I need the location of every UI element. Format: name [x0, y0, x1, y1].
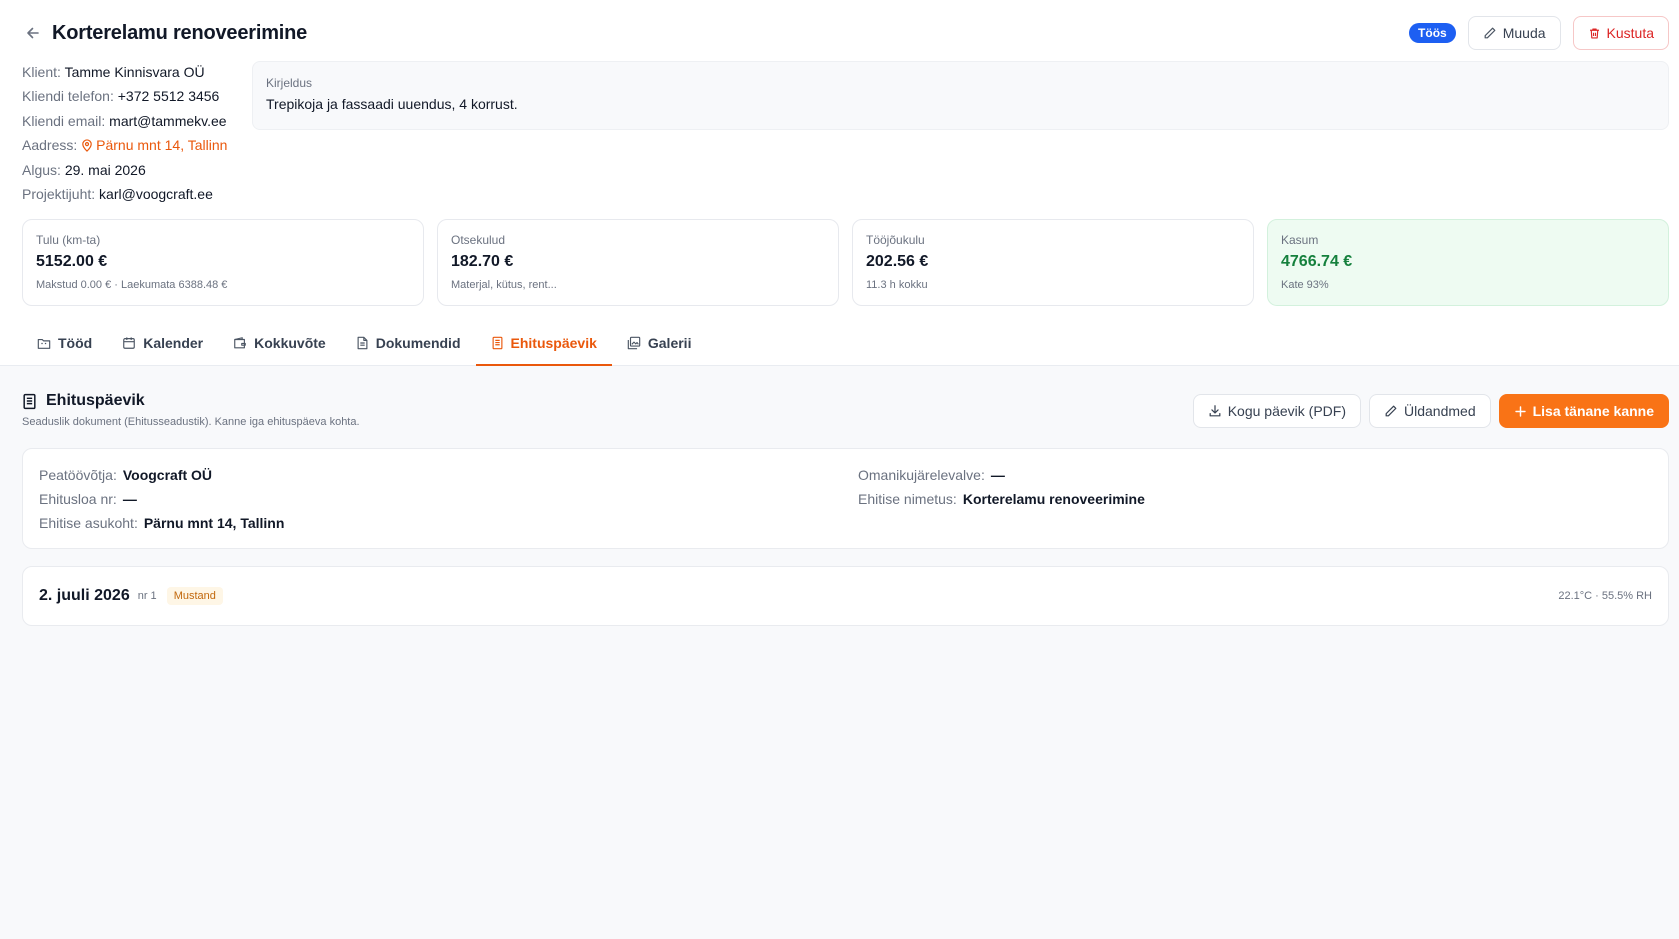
address-row: Aadress: Pärnu mnt 14, Tallinn — [22, 137, 228, 154]
calendar-icon — [123, 337, 136, 349]
entry-date: 2. juuli 2026 — [39, 587, 130, 604]
delete-button-label: Kustuta — [1606, 25, 1654, 41]
tab-kalender[interactable]: Kalender — [107, 322, 218, 366]
wallet-icon — [234, 337, 246, 349]
stats-row: Tulu (km-ta) 5152.00 € Makstud 0.00 € · … — [22, 219, 1669, 306]
download-pdf-button[interactable]: Kogu päevik (PDF) — [1192, 394, 1361, 428]
project-manager-row: Projektijuht: karl@voogcraft.ee — [22, 185, 213, 202]
download-icon — [1209, 405, 1221, 417]
status-badge: Töös — [1409, 23, 1456, 43]
details-right-column: Omanikujärelevalve: — Ehitise nimetus: Kor… — [858, 463, 1145, 511]
address-link[interactable]: Pärnu mnt 14, Tallinn — [81, 137, 227, 153]
tab-ehituspaevik[interactable]: Ehituspäevik — [475, 322, 612, 366]
stat-revenue: Tulu (km-ta) 5152.00 € Makstud 0.00 € · … — [22, 219, 424, 306]
section-actions: Kogu päevik (PDF) Üldandmed Lisa tänane … — [1192, 394, 1669, 428]
list-item[interactable]: 2. juuli 2026 nr 1 Mustand 22.1°C · 55.5… — [22, 566, 1669, 626]
edit-button-label: Muuda — [1502, 25, 1546, 41]
client-row: Klient: Tamme Kinnisvara OÜ — [22, 64, 205, 80]
header-actions: Töös Muuda Kustuta — [1409, 16, 1669, 50]
plus-icon — [1514, 405, 1526, 417]
building-name-row: Ehitise nimetus: Korterelamu renoveerimin… — [858, 491, 1145, 507]
start-date-row: Algus: 29. mai 2026 — [22, 161, 146, 178]
tab-dokumendid[interactable]: Dokumendid — [341, 322, 476, 366]
header-row: Korterelamu renoveerimine Töös Muuda Kus… — [22, 16, 1669, 50]
pencil-icon — [1385, 405, 1397, 417]
tab-bar: Tööd Kalender Kokkuvõte Dokumendid Ehitu… — [22, 322, 706, 366]
email-row: Kliendi email: mart@tammekv.ee — [22, 112, 227, 129]
notebook-icon — [492, 336, 502, 350]
pencil-icon — [1484, 27, 1496, 39]
tab-tood[interactable]: Tööd — [22, 322, 107, 366]
phone-row: Kliendi telefon: +372 5512 3456 — [22, 88, 220, 105]
client-info-list: Klient: Tamme Kinnisvara OÜ Kliendi tele… — [22, 60, 250, 206]
description-box: Kirjeldus Trepikoja ja fassaadi uuendus,… — [252, 61, 1669, 130]
owner-supervision-row: Omanikujärelevalve: — — [858, 467, 1005, 483]
edit-button[interactable]: Muuda — [1467, 16, 1561, 50]
entry-weather: 22.1°C · 55.5% RH — [1558, 590, 1652, 602]
building-location-row: Ehitise asukoht: Pärnu mnt 14, Tallinn — [39, 515, 285, 531]
details-left-column: Peatöövõtja: Voogcraft OÜ Ehitusloa nr: — … — [39, 463, 284, 535]
notebook-icon — [23, 393, 36, 409]
back-arrow-icon[interactable] — [22, 22, 44, 44]
gallery-icon — [627, 336, 641, 350]
page-title: Korterelamu renoveerimine — [52, 21, 308, 44]
stat-labor-costs: Tööjõukulu 202.56 € 11.3 h kokku — [852, 219, 1254, 306]
tab-galerii[interactable]: Galerii — [612, 322, 707, 366]
diary-section-header: Ehituspäevik Seaduslik dokument (Ehituss… — [22, 392, 1669, 432]
general-data-button[interactable]: Üldandmed — [1369, 394, 1491, 428]
project-header-panel: Korterelamu renoveerimine Töös Muuda Kus… — [0, 0, 1679, 366]
stat-profit: Kasum 4766.74 € Kate 93% — [1267, 219, 1669, 306]
add-today-entry-button[interactable]: Lisa tänane kanne — [1498, 394, 1669, 428]
tab-kokkuvote[interactable]: Kokkuvõte — [218, 322, 341, 366]
stat-direct-costs: Otsekulud 182.70 € Materjal, kütus, rent… — [437, 219, 839, 306]
main-contractor-row: Peatöövõtja: Voogcraft OÜ — [39, 467, 213, 483]
trash-icon — [1589, 27, 1599, 39]
description-label: Kirjeldus — [266, 76, 313, 90]
document-icon — [357, 336, 368, 350]
map-pin-icon — [82, 139, 92, 153]
folder-icon — [37, 338, 51, 349]
building-permit-row: Ehitusloa nr: — — [39, 491, 137, 507]
description-text: Trepikoja ja fassaadi uuendus, 4 korrust… — [266, 96, 518, 112]
entry-status-badge: Mustand — [166, 587, 223, 605]
delete-button[interactable]: Kustuta — [1572, 16, 1669, 50]
entry-number: nr 1 — [137, 590, 157, 602]
diary-general-details: Peatöövõtja: Voogcraft OÜ Ehitusloa nr: — … — [22, 448, 1669, 549]
